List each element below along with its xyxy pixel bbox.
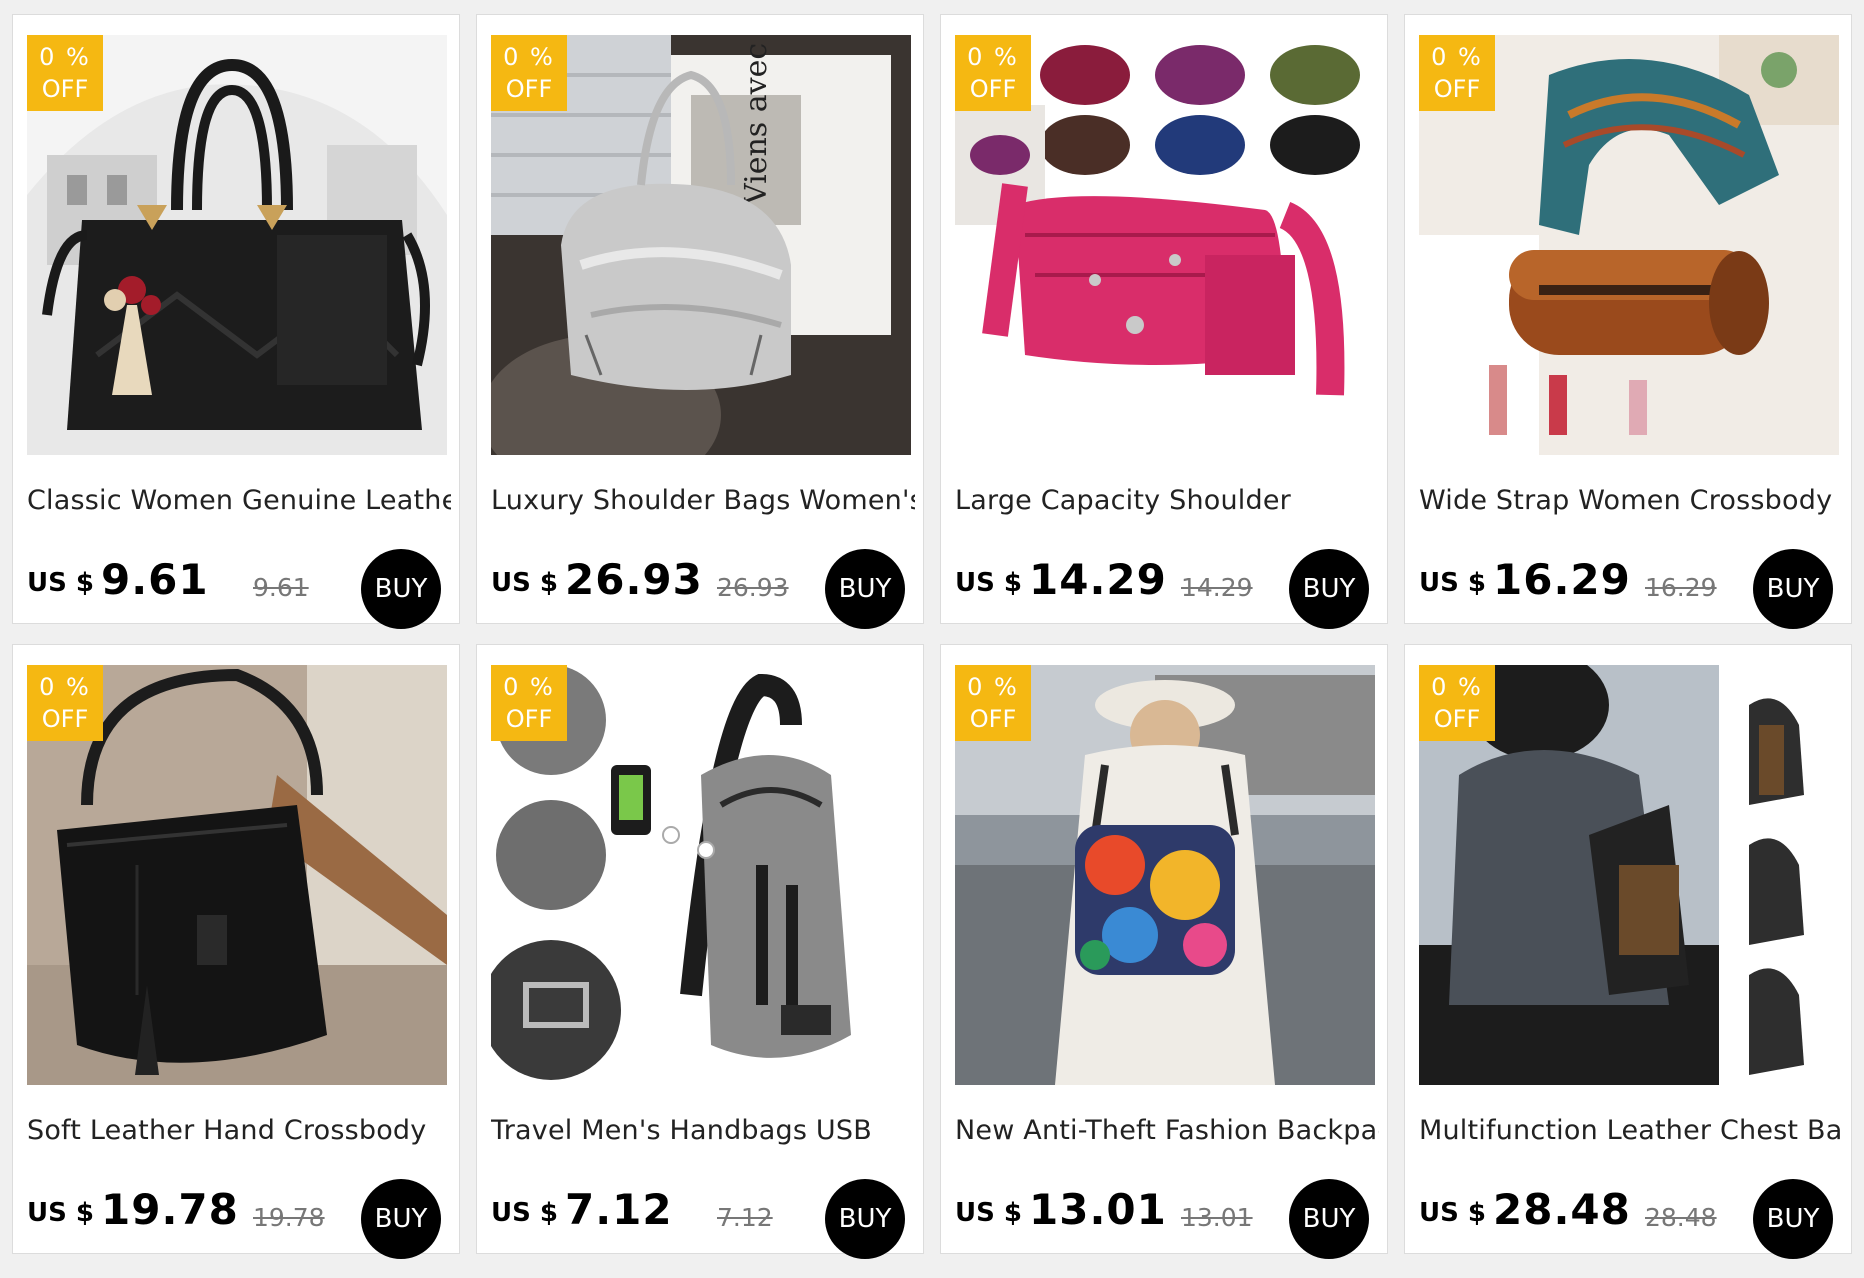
buy-button[interactable]: BUY	[1753, 1179, 1833, 1259]
product-image-pink-nylon-bag[interactable]: 0 % OFF	[955, 35, 1375, 455]
original-price: 26.93	[717, 573, 789, 602]
product-image-silver-hobo-bag[interactable]: Viens avec moi 0 % OFF	[491, 35, 911, 455]
original-price: 28.48	[1645, 1203, 1717, 1232]
original-price: 7.12	[717, 1203, 773, 1232]
price: 16.29	[1493, 555, 1631, 604]
svg-text:Viens avec moi: Viens avec moi	[739, 35, 774, 206]
currency-label: US $	[1419, 568, 1486, 598]
discount-off-label: OFF	[1433, 75, 1481, 103]
product-title[interactable]: Large Capacity Shoulder	[955, 485, 1379, 516]
product-card[interactable]: 0 % OFF New Anti-Theft Fashion Backpack …	[940, 644, 1388, 1259]
price: 14.29	[1029, 555, 1167, 604]
currency-label: US $	[27, 1198, 94, 1228]
original-price: 19.78	[253, 1203, 325, 1232]
discount-badge: 0 % OFF	[1419, 35, 1495, 111]
product-image-chest-bag[interactable]: 0 % OFF	[1419, 665, 1839, 1085]
product-image-grey-sling-bag[interactable]: 0 % OFF	[491, 665, 911, 1085]
product-grid: 0 % OFF Classic Women Genuine Leather US…	[0, 0, 1864, 1278]
price: 19.78	[101, 1185, 239, 1234]
discount-badge: 0 % OFF	[491, 35, 567, 111]
currency-label: US $	[1419, 1198, 1486, 1228]
product-image-colorful-backpack[interactable]: 0 % OFF	[955, 665, 1375, 1085]
original-price: 9.61	[253, 573, 309, 602]
discount-badge: 0 % OFF	[491, 665, 567, 741]
discount-percent: 0 %	[503, 673, 555, 701]
discount-badge: 0 % OFF	[27, 35, 103, 111]
price: 9.61	[101, 555, 209, 604]
original-price: 14.29	[1181, 573, 1253, 602]
product-title[interactable]: New Anti-Theft Fashion Backpack	[955, 1115, 1379, 1146]
price: 7.12	[565, 1185, 673, 1234]
discount-badge: 0 % OFF	[955, 35, 1031, 111]
discount-badge: 0 % OFF	[27, 665, 103, 741]
discount-percent: 0 %	[39, 43, 91, 71]
discount-badge: 0 % OFF	[1419, 665, 1495, 741]
product-title[interactable]: Luxury Shoulder Bags Women's	[491, 485, 915, 516]
product-card[interactable]: Viens avec moi 0 % OFF Luxury Shoulder B…	[476, 14, 924, 629]
product-image-black-bucket-bag[interactable]: 0 % OFF	[27, 665, 447, 1085]
product-image-black-handbag[interactable]: 0 % OFF	[27, 35, 447, 455]
buy-button[interactable]: BUY	[361, 1179, 441, 1259]
product-card[interactable]: 0 % OFF Classic Women Genuine Leather US…	[12, 14, 460, 629]
buy-button[interactable]: BUY	[1753, 549, 1833, 629]
discount-percent: 0 %	[967, 43, 1019, 71]
product-card[interactable]: 0 % OFF Wide Strap Women Crossbody US $ …	[1404, 14, 1852, 629]
product-title[interactable]: Soft Leather Hand Crossbody	[27, 1115, 451, 1146]
discount-percent: 0 %	[1431, 43, 1483, 71]
discount-off-label: OFF	[41, 75, 89, 103]
product-title[interactable]: Classic Women Genuine Leather	[27, 485, 451, 516]
buy-button[interactable]: BUY	[825, 1179, 905, 1259]
currency-label: US $	[955, 568, 1022, 598]
product-card[interactable]: 0 % OFF Travel Men's Handbags USB US $ 7…	[476, 644, 924, 1259]
discount-off-label: OFF	[1433, 705, 1481, 733]
buy-button[interactable]: BUY	[361, 549, 441, 629]
product-title[interactable]: Wide Strap Women Crossbody	[1419, 485, 1843, 516]
discount-percent: 0 %	[967, 673, 1019, 701]
product-image-brown-barrel-bag[interactable]: 0 % OFF	[1419, 35, 1839, 455]
discount-off-label: OFF	[505, 75, 553, 103]
product-title[interactable]: Multifunction Leather Chest Bag	[1419, 1115, 1843, 1146]
buy-button[interactable]: BUY	[1289, 549, 1369, 629]
currency-label: US $	[955, 1198, 1022, 1228]
discount-off-label: OFF	[969, 75, 1017, 103]
buy-button[interactable]: BUY	[1289, 1179, 1369, 1259]
product-card[interactable]: 0 % OFF Soft Leather Hand Crossbody US $…	[12, 644, 460, 1259]
product-title[interactable]: Travel Men's Handbags USB	[491, 1115, 915, 1146]
discount-badge: 0 % OFF	[955, 665, 1031, 741]
currency-label: US $	[491, 568, 558, 598]
discount-percent: 0 %	[503, 43, 555, 71]
price: 28.48	[1493, 1185, 1631, 1234]
product-card[interactable]: 0 % OFF Large Capacity Shoulder US $ 14.…	[940, 14, 1388, 629]
price: 26.93	[565, 555, 703, 604]
discount-off-label: OFF	[505, 705, 553, 733]
price: 13.01	[1029, 1185, 1167, 1234]
discount-percent: 0 %	[1431, 673, 1483, 701]
buy-button[interactable]: BUY	[825, 549, 905, 629]
discount-off-label: OFF	[969, 705, 1017, 733]
original-price: 13.01	[1181, 1203, 1253, 1232]
discount-off-label: OFF	[41, 705, 89, 733]
product-card[interactable]: 0 % OFF Multifunction Leather Chest Bag …	[1404, 644, 1852, 1259]
original-price: 16.29	[1645, 573, 1717, 602]
currency-label: US $	[491, 1198, 558, 1228]
discount-percent: 0 %	[39, 673, 91, 701]
currency-label: US $	[27, 568, 94, 598]
